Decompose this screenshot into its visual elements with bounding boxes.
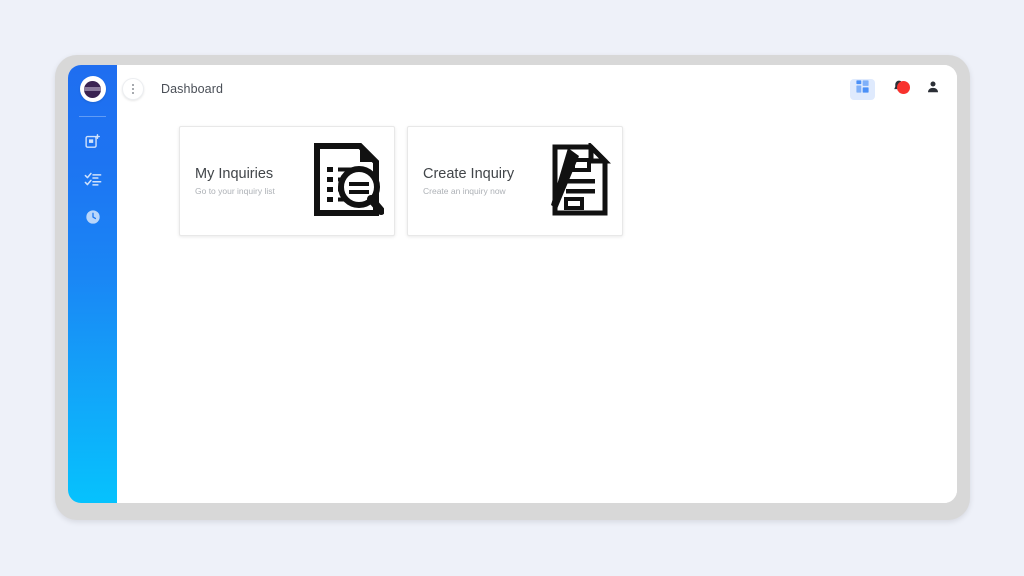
card-my-inquiries[interactable]: My Inquiries Go to your inquiry list bbox=[179, 126, 395, 236]
sidebar bbox=[68, 65, 117, 503]
sidebar-divider bbox=[79, 116, 106, 117]
notification-bell-button[interactable] bbox=[888, 79, 910, 100]
document-search-icon bbox=[312, 142, 384, 220]
header-actions bbox=[850, 78, 943, 100]
device-frame: Dashboard My Inquiries Go to your inquir… bbox=[55, 55, 970, 520]
sidebar-nav bbox=[68, 129, 117, 229]
card-text: Create Inquiry Create an inquiry now bbox=[423, 166, 540, 196]
card-subtitle: Create an inquiry now bbox=[423, 185, 506, 196]
task-list-icon bbox=[84, 171, 102, 187]
top-header: Dashboard bbox=[117, 65, 957, 113]
clock-history-icon bbox=[85, 209, 101, 225]
user-account-button[interactable] bbox=[922, 79, 943, 100]
main-panel: Dashboard My Inquiries Go to your inquir… bbox=[117, 65, 957, 503]
app-logo[interactable] bbox=[79, 76, 106, 102]
card-text: My Inquiries Go to your inquiry list bbox=[195, 166, 312, 196]
card-subtitle: Go to your inquiry list bbox=[195, 185, 275, 196]
apps-grid-icon bbox=[856, 80, 869, 98]
card-row: My Inquiries Go to your inquiry list Cre… bbox=[179, 126, 957, 236]
card-title: My Inquiries bbox=[195, 166, 274, 183]
apps-grid-button[interactable] bbox=[850, 78, 875, 100]
sidebar-item-history[interactable] bbox=[76, 205, 110, 229]
dashboard-content: My Inquiries Go to your inquiry list Cre… bbox=[117, 113, 957, 503]
notification-badge bbox=[897, 80, 910, 94]
sidebar-item-create[interactable] bbox=[76, 129, 110, 153]
device-screen: Dashboard My Inquiries Go to your inquir… bbox=[68, 65, 957, 503]
card-create-inquiry[interactable]: Create Inquiry Create an inquiry now bbox=[407, 126, 623, 236]
kebab-menu-icon[interactable] bbox=[122, 78, 144, 100]
document-pen-icon bbox=[540, 142, 612, 220]
app-logo-mark bbox=[84, 80, 101, 98]
sidebar-item-tasks[interactable] bbox=[76, 167, 110, 191]
create-document-icon bbox=[84, 133, 101, 150]
card-title: Create Inquiry bbox=[423, 166, 515, 183]
breadcrumb: Dashboard bbox=[161, 82, 224, 96]
user-account-icon bbox=[926, 80, 940, 99]
